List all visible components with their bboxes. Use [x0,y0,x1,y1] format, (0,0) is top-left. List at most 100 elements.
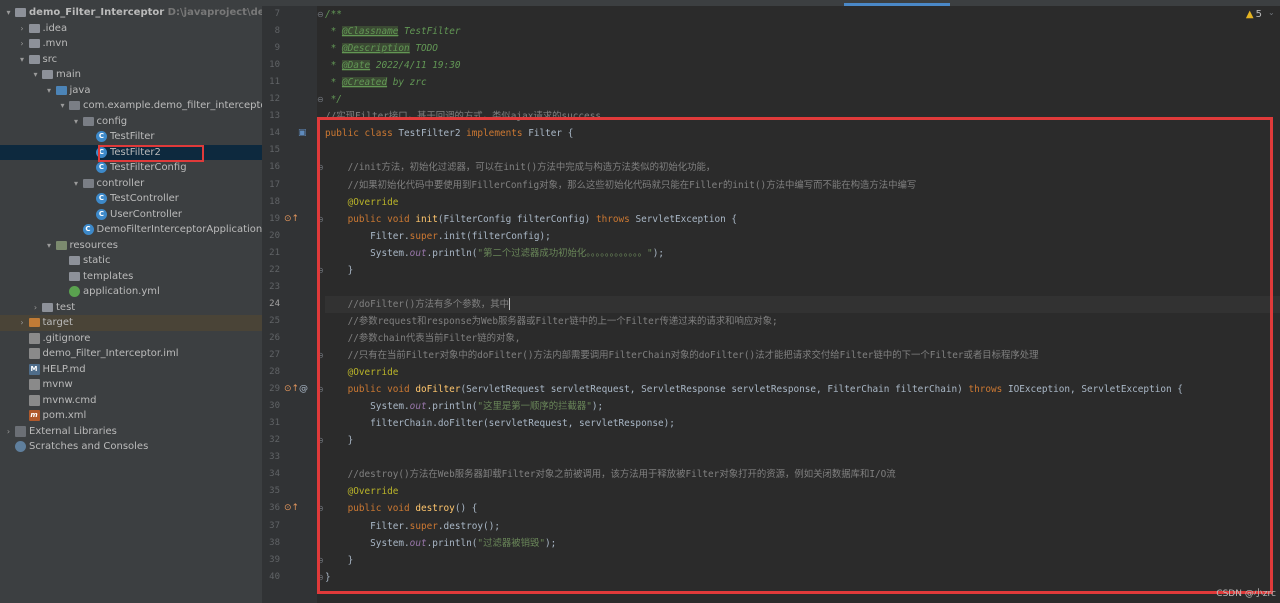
chevron-right-icon[interactable]: › [31,300,40,316]
code-line[interactable]: Filter.super.init(filterConfig); [325,228,551,245]
inspection-widget[interactable]: ▲ 5 [1246,9,1262,20]
fold-marker-icon[interactable]: ⊖ [317,262,325,279]
code-line[interactable]: /** [325,6,342,23]
code-line[interactable]: filterChain.doFilter(servletRequest, ser… [325,415,675,432]
chevron-down-icon[interactable]: ▾ [45,238,54,254]
code-line[interactable]: */ [325,91,342,108]
code-line[interactable]: //destroy()方法在Web服务器卸载Filter对象之前被调用，该方法用… [325,466,896,483]
tree-item[interactable]: ▾ resources [0,238,262,254]
chevron-down-icon[interactable]: ▾ [4,5,13,21]
chevron-down-icon[interactable]: ▾ [58,98,67,114]
code-line[interactable]: @Override [325,364,399,381]
code-line[interactable]: public void doFilter(ServletRequest serv… [325,381,1183,398]
tree-item[interactable]: › External Libraries [0,424,262,440]
code-line[interactable]: } [325,569,331,586]
code-line[interactable]: } [325,262,354,279]
tree-item[interactable]: › .mvn [0,36,262,52]
tree-item[interactable]: › .idea [0,21,262,37]
code-line[interactable]: System.out.println("过滤器被销毁"); [325,535,556,552]
tree-item[interactable]: ▾ demo_Filter_Interceptor D:\javaproject\… [0,5,262,21]
chevron-down-icon[interactable]: ▾ [31,67,40,83]
chevron-right-icon[interactable]: › [18,315,27,331]
tree-item[interactable]: templates [0,269,262,285]
tree-item[interactable]: ▾ java [0,83,262,99]
code-line[interactable]: //doFilter()方法有多个参数，其中 [325,295,1280,313]
tree-item[interactable]: ▾ controller [0,176,262,192]
tree-item[interactable]: C TestFilter2 [0,144,262,160]
folder-icon [28,39,40,48]
tree-item[interactable]: mvnw.cmd [0,393,262,409]
code-line[interactable]: //参数request和response为Web服务器或Filter链中的上一个… [325,313,778,330]
override-method-icon[interactable]: ⊙↑ [284,500,299,517]
fold-marker-icon[interactable]: ⊖ [317,91,325,108]
active-tab-indicator[interactable] [844,3,950,6]
code-line[interactable]: } [325,552,354,569]
implementing-class-icon[interactable]: ▣ [298,125,307,142]
tree-item[interactable]: application.yml [0,284,262,300]
tree-item[interactable]: C UserController [0,207,262,223]
fold-marker-icon[interactable]: ⊖ [317,381,325,398]
tree-item[interactable]: ▾ config [0,114,262,130]
folder-icon [42,302,53,312]
override-method-icon[interactable]: ⊙↑ [284,381,299,398]
code-line[interactable]: //init方法，初始化过滤器，可以在init()方法中完成与构造方法类似的初始… [325,159,716,176]
tree-item[interactable]: ▾ com.example.demo_filter_interceptor [0,98,262,114]
fold-marker-icon[interactable]: ⊖ [317,432,325,449]
code-line[interactable]: @Override [325,483,399,500]
annotation-icon[interactable]: @ [299,381,308,398]
chevron-down-icon[interactable]: ▾ [72,176,81,192]
code-line[interactable]: * @Description TODO [325,40,438,57]
fold-marker-icon[interactable]: ⊖ [317,6,325,23]
fold-marker-icon[interactable]: ⊖ [317,159,325,176]
chevron-down-icon[interactable]: ▾ [72,114,81,130]
code-line[interactable]: //只有在当前Filter对象中的doFilter()方法内部需要调用Filte… [325,347,1039,364]
tree-item[interactable]: C TestFilterConfig [0,160,262,176]
line-number: 11 [269,77,280,88]
code-line[interactable]: //如果初始化代码中要使用到FillerConfig对象，那么这些初始化代码就只… [325,177,917,194]
tree-item[interactable]: › test [0,300,262,316]
tree-item[interactable]: .gitignore [0,331,262,347]
fold-marker-icon[interactable]: ⊖ [317,569,325,586]
code-line[interactable]: public void init(FilterConfig filterConf… [325,211,738,228]
code-line[interactable]: System.out.println("第二个过滤器成功初始化。。。。。。。。。… [325,245,664,262]
editor-tab-strip[interactable] [262,0,1280,6]
fold-marker-icon[interactable]: ⊖ [317,500,325,517]
tree-item[interactable]: ▾ main [0,67,262,83]
fold-marker-icon[interactable]: ⊖ [317,347,325,364]
code-line[interactable]: //参数chain代表当前Filter链的对象, [325,330,521,347]
tree-item[interactable]: m pom.xml [0,408,262,424]
scrollbar-marker-icon[interactable]: ⌄ [1268,8,1275,18]
tree-item[interactable]: C TestFilter [0,129,262,145]
tree-item[interactable]: mvnw [0,377,262,393]
code-line[interactable]: * @Classname TestFilter [325,23,460,40]
code-token: } [325,264,354,276]
code-line[interactable]: } [325,432,354,449]
chevron-down-icon[interactable]: ▾ [45,83,54,99]
tree-item[interactable]: M HELP.md [0,362,262,378]
code-line[interactable]: public void destroy() { [325,500,478,517]
tree-item[interactable]: › target [0,315,262,331]
code-line[interactable]: * @Date 2022/4/11 19:30 [325,57,460,74]
fold-marker-icon[interactable]: ⊖ [317,211,325,228]
override-method-icon[interactable]: ⊙↑ [284,211,299,228]
chevron-right-icon[interactable]: › [18,21,27,37]
chevron-down-icon[interactable]: ▾ [18,52,27,68]
code-line[interactable]: @Override [325,194,399,211]
tree-item[interactable]: Scratches and Consoles [0,439,262,455]
tree-item[interactable]: demo_Filter_Interceptor.iml [0,346,262,362]
code-line[interactable]: //实现Filter接口，基于回调的方式，类似ajax请求的success. [325,108,607,125]
tree-item[interactable]: C TestController [0,191,262,207]
code-token: (ServletRequest servletRequest, ServletR… [460,384,969,396]
code-line[interactable]: * @Created by zrc [325,74,427,91]
fold-marker-icon[interactable]: ⊖ [317,552,325,569]
chevron-right-icon[interactable]: › [4,424,13,440]
code-editor[interactable]: 7 8 9 10 11 12 13 14 ▣ 15 16 17 18 19 ⊙↑ 20 21 22 23 24 25 26… [262,0,1280,603]
code-line[interactable]: public class TestFilter2 implements Filt… [325,125,573,142]
tree-item[interactable]: C DemoFilterInterceptorApplication [0,222,262,238]
chevron-right-icon[interactable]: › [18,36,27,52]
code-line[interactable]: Filter.super.destroy(); [325,518,500,535]
cmd-file-icon [28,394,40,406]
tree-item[interactable]: static [0,253,262,269]
code-line[interactable]: System.out.println("这里是第一顺序的拦截器"); [325,398,603,415]
tree-item[interactable]: ▾ src [0,52,262,68]
